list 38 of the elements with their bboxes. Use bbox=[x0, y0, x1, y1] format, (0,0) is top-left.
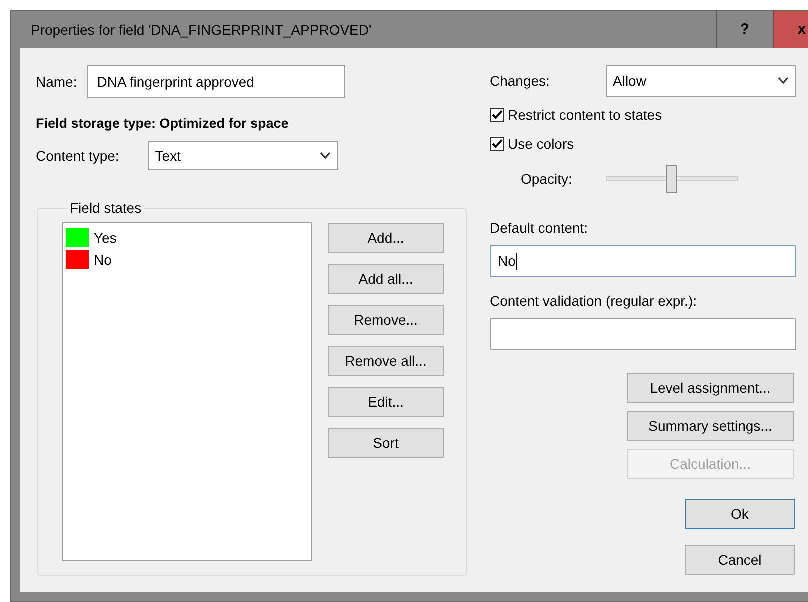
default-content-field[interactable]: No bbox=[490, 245, 796, 277]
state-button[interactable]: Remove... bbox=[328, 305, 444, 335]
storage-type-text: Field storage type: Optimized for space bbox=[36, 116, 290, 131]
state-button[interactable]: Add all... bbox=[328, 264, 444, 294]
side-button[interactable]: Summary settings... bbox=[627, 411, 794, 441]
default-content-label: Default content: bbox=[490, 220, 590, 236]
state-item[interactable]: No bbox=[66, 249, 308, 270]
checkbox[interactable] bbox=[490, 108, 504, 122]
state-item[interactable]: Yes bbox=[66, 227, 308, 248]
state-label: No bbox=[94, 252, 112, 268]
state-button[interactable]: Add... bbox=[328, 223, 444, 253]
slider-thumb[interactable] bbox=[666, 165, 678, 193]
checkbox-label: Use colors bbox=[508, 136, 574, 152]
validation-field[interactable] bbox=[490, 318, 796, 350]
state-label: Yes bbox=[94, 230, 117, 246]
checkbox-label: Restrict content to states bbox=[508, 107, 662, 123]
validation-label: Content validation (regular expr.): bbox=[490, 293, 698, 309]
checkbox[interactable] bbox=[490, 137, 504, 151]
opacity-label: Opacity: bbox=[521, 171, 572, 187]
state-button[interactable]: Edit... bbox=[328, 387, 444, 417]
side-button[interactable]: Level assignment... bbox=[627, 373, 794, 403]
state-button[interactable]: Remove all... bbox=[328, 346, 444, 376]
ok-button[interactable]: Ok bbox=[685, 499, 795, 529]
help-button[interactable]: ? bbox=[716, 11, 774, 48]
window-title: Properties for field 'DNA_FINGERPRINT_APPROVED' bbox=[30, 22, 373, 38]
content-type-label: Content type: bbox=[36, 148, 120, 164]
state-button[interactable]: Sort bbox=[328, 428, 444, 458]
name-label: Name: bbox=[36, 74, 78, 90]
name-field[interactable]: DNA fingerprint approved bbox=[87, 65, 346, 98]
opacity-slider[interactable] bbox=[606, 165, 738, 193]
chevron-icon bbox=[778, 77, 789, 85]
chevron-icon bbox=[320, 152, 332, 160]
cancel-button[interactable]: Cancel bbox=[685, 545, 795, 575]
close-button[interactable]: x bbox=[774, 11, 808, 48]
group-title: Field states bbox=[69, 200, 143, 216]
changes-dropdown[interactable]: Allow bbox=[606, 65, 796, 97]
content-type-dropdown[interactable]: Text bbox=[148, 141, 338, 170]
changes-label: Changes: bbox=[490, 73, 551, 89]
